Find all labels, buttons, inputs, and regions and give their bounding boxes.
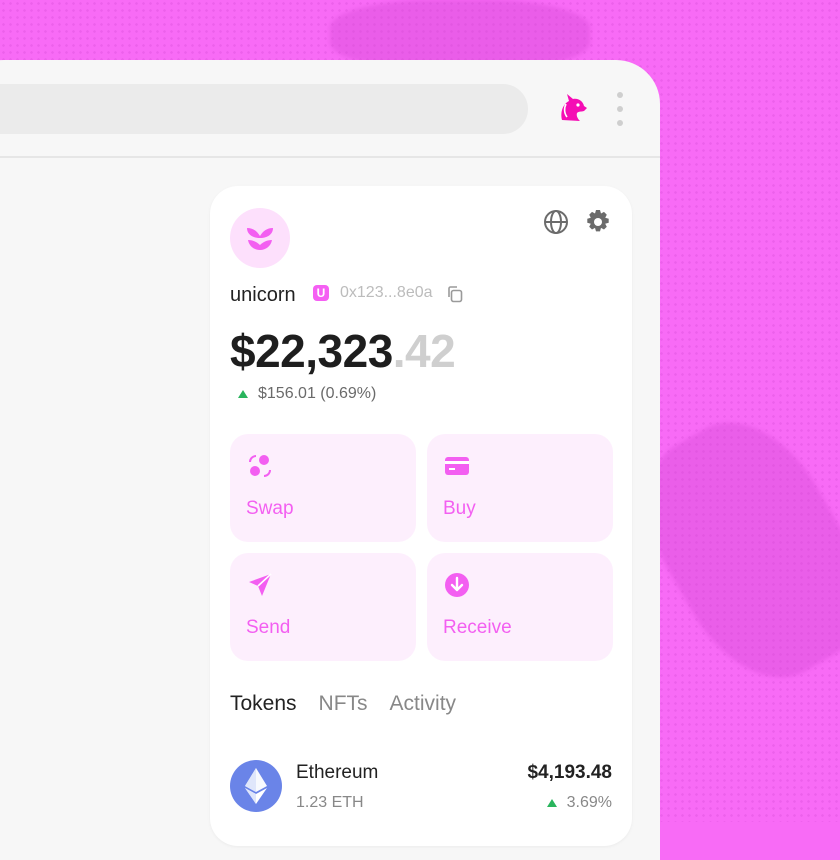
wallet-panel: unicorn U 0x123...8e0a $22,323.42 $156.0… (210, 186, 632, 846)
card-icon (443, 452, 471, 480)
token-change-text: 3.69% (566, 794, 612, 811)
token-value: $4,193.48 (527, 762, 612, 783)
tab-activity[interactable]: Activity (390, 692, 457, 716)
wallet-tabs: Tokens NFTs Activity (230, 692, 456, 716)
up-arrow-icon (238, 390, 248, 398)
receive-label: Receive (443, 617, 512, 638)
username-badge: U (313, 285, 329, 301)
buy-button[interactable]: Buy (427, 434, 613, 542)
token-change: 3.69% (546, 794, 612, 812)
wallet-address: 0x123...8e0a (340, 284, 433, 301)
receive-button[interactable]: Receive (427, 553, 613, 661)
balance-cents: .42 (392, 325, 456, 377)
unicorn-icon[interactable] (552, 88, 592, 128)
wallet-avatar-icon (230, 208, 290, 268)
username: unicorn (230, 284, 296, 306)
globe-icon[interactable] (542, 208, 570, 236)
address-bar[interactable] (0, 84, 528, 134)
browser-toolbar (0, 60, 660, 158)
up-arrow-icon (546, 799, 557, 807)
balance-change: $156.01 (0.69%) (238, 385, 376, 403)
portfolio-balance: $22,323.42 (230, 324, 456, 378)
send-label: Send (246, 617, 291, 638)
tab-tokens[interactable]: Tokens (230, 692, 297, 716)
swap-button[interactable]: Swap (230, 434, 416, 542)
swap-label: Swap (246, 498, 294, 519)
ethereum-icon (230, 760, 282, 812)
balance-main: $22,323 (230, 325, 393, 377)
token-name: Ethereum (296, 762, 379, 783)
send-icon (246, 571, 274, 599)
buy-label: Buy (443, 498, 476, 519)
swap-icon (246, 452, 274, 480)
token-row[interactable]: Ethereum 1.23 ETH $4,193.48 3.69% (230, 758, 612, 818)
send-button[interactable]: Send (230, 553, 416, 661)
balance-change-text: $156.01 (0.69%) (258, 385, 377, 402)
kebab-menu-icon[interactable] (616, 92, 624, 126)
tab-nfts[interactable]: NFTs (319, 692, 368, 716)
copy-icon[interactable] (446, 285, 464, 303)
receive-icon (443, 571, 471, 599)
token-amount: 1.23 ETH (296, 794, 364, 811)
gear-icon[interactable] (584, 208, 612, 236)
